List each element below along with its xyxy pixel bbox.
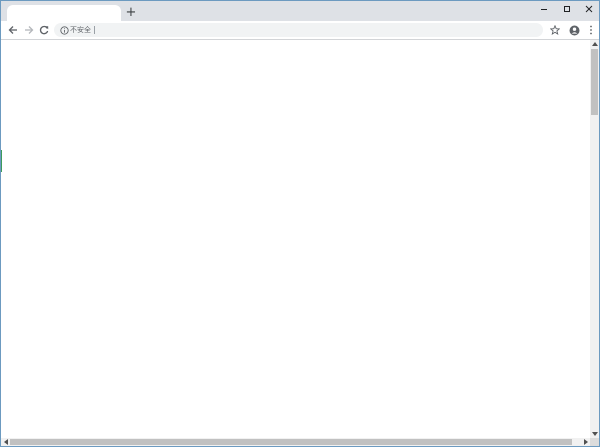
active-tab[interactable] bbox=[7, 5, 121, 21]
scroll-up-arrow-icon bbox=[591, 42, 598, 46]
menu-button[interactable] bbox=[583, 22, 599, 38]
back-button[interactable] bbox=[5, 22, 21, 38]
kebab-menu-icon bbox=[590, 25, 592, 35]
scrollbar-corner bbox=[590, 438, 599, 446]
browser-toolbar: 不安全 bbox=[1, 21, 599, 40]
account-button[interactable] bbox=[566, 22, 582, 38]
horizontal-scrollbar[interactable] bbox=[1, 438, 590, 446]
scroll-left-button[interactable] bbox=[1, 438, 10, 446]
page-viewport[interactable] bbox=[1, 40, 590, 438]
minimize-button[interactable] bbox=[533, 1, 555, 17]
close-button[interactable] bbox=[578, 1, 599, 17]
scroll-right-button[interactable] bbox=[581, 438, 590, 446]
address-bar[interactable]: 不安全 bbox=[54, 23, 543, 37]
page-edge-marker bbox=[1, 150, 2, 172]
maximize-icon bbox=[564, 6, 570, 12]
tab-strip: + bbox=[1, 1, 599, 21]
close-icon bbox=[585, 5, 593, 13]
scroll-up-button[interactable] bbox=[590, 40, 599, 48]
scroll-down-arrow-icon bbox=[591, 432, 598, 436]
reload-icon bbox=[39, 25, 49, 35]
site-info-button[interactable] bbox=[58, 24, 70, 36]
omnibox-divider bbox=[94, 26, 95, 34]
new-tab-button[interactable]: + bbox=[124, 6, 138, 20]
scroll-right-arrow-icon bbox=[583, 439, 588, 445]
browser-window: + 不安全 bbox=[0, 0, 600, 447]
star-icon bbox=[550, 25, 560, 35]
back-arrow-icon bbox=[8, 26, 17, 34]
reload-button[interactable] bbox=[36, 22, 52, 38]
security-label: 不安全 bbox=[70, 26, 91, 34]
vertical-scroll-thumb[interactable] bbox=[591, 49, 598, 115]
horizontal-scroll-thumb[interactable] bbox=[10, 439, 572, 445]
forward-button[interactable] bbox=[21, 22, 37, 38]
info-icon bbox=[59, 25, 69, 35]
scroll-down-button[interactable] bbox=[590, 430, 599, 438]
minimize-icon bbox=[541, 9, 547, 10]
bookmark-button[interactable] bbox=[547, 22, 563, 38]
account-icon bbox=[569, 25, 579, 35]
scroll-left-arrow-icon bbox=[3, 439, 8, 445]
maximize-button[interactable] bbox=[556, 1, 578, 17]
vertical-scrollbar[interactable] bbox=[590, 40, 599, 438]
forward-arrow-icon bbox=[25, 26, 34, 34]
